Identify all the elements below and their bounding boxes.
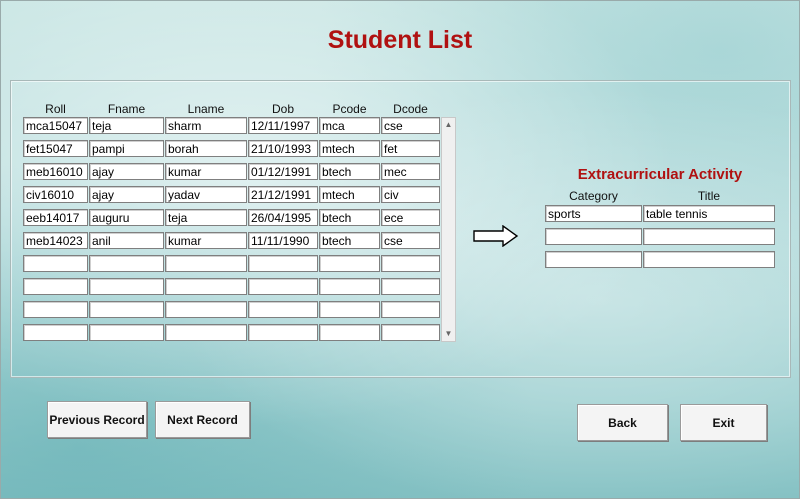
table-cell-fname[interactable] xyxy=(89,301,164,318)
table-cell-lname[interactable]: borah xyxy=(165,140,247,157)
table-cell-fname[interactable]: auguru xyxy=(89,209,164,226)
table-cell-roll[interactable] xyxy=(23,278,88,295)
table-cell-dcode[interactable]: ece xyxy=(381,209,440,226)
table-cell-pcode[interactable]: mtech xyxy=(319,140,380,157)
table-cell-pcode[interactable]: btech xyxy=(319,163,380,180)
table-cell-pcode[interactable]: btech xyxy=(319,209,380,226)
table-cell-lname[interactable]: teja xyxy=(165,209,247,226)
table-cell-fname[interactable]: pampi xyxy=(89,140,164,157)
table-cell-roll[interactable] xyxy=(23,301,88,318)
table-cell-roll[interactable]: mca15047 xyxy=(23,117,88,134)
table-cell-dob[interactable] xyxy=(248,278,318,295)
activity-cell-category[interactable] xyxy=(545,251,642,268)
table-cell-lname[interactable]: yadav xyxy=(165,186,247,203)
extracurricular-title: Extracurricular Activity xyxy=(577,166,743,183)
column-header-dcode: Dcode xyxy=(393,102,428,116)
arrow-right-icon xyxy=(473,225,519,247)
previous-record-button[interactable]: Previous Record xyxy=(47,401,147,438)
table-cell-dcode[interactable]: civ xyxy=(381,186,440,203)
table-cell-pcode[interactable] xyxy=(319,278,380,295)
table-cell-fname[interactable] xyxy=(89,255,164,272)
table-cell-dcode[interactable]: cse xyxy=(381,117,440,134)
table-cell-fname[interactable]: ajay xyxy=(89,186,164,203)
table-cell-lname[interactable]: kumar xyxy=(165,163,247,180)
table-cell-dob[interactable]: 11/11/1990 xyxy=(248,232,318,249)
table-cell-dob[interactable]: 01/12/1991 xyxy=(248,163,318,180)
table-cell-dob[interactable] xyxy=(248,255,318,272)
next-record-button[interactable]: Next Record xyxy=(155,401,250,438)
column-header-fname: Fname xyxy=(107,102,146,116)
table-cell-roll[interactable]: eeb14017 xyxy=(23,209,88,226)
scroll-down-icon[interactable]: ▼ xyxy=(442,327,455,341)
table-cell-dcode[interactable] xyxy=(381,255,440,272)
table-cell-dob[interactable]: 26/04/1995 xyxy=(248,209,318,226)
table-cell-lname[interactable]: kumar xyxy=(165,232,247,249)
table-cell-dcode[interactable] xyxy=(381,301,440,318)
column-header-pcode: Pcode xyxy=(332,102,367,116)
table-cell-lname[interactable] xyxy=(165,278,247,295)
table-cell-roll[interactable]: meb14023 xyxy=(23,232,88,249)
table-cell-roll[interactable]: meb16010 xyxy=(23,163,88,180)
table-cell-dob[interactable] xyxy=(248,324,318,341)
scroll-up-icon[interactable]: ▲ xyxy=(442,118,455,132)
activity-cell-title[interactable]: table tennis xyxy=(643,205,775,222)
table-cell-fname[interactable]: ajay xyxy=(89,163,164,180)
table-cell-fname[interactable] xyxy=(89,324,164,341)
table-cell-pcode[interactable]: mtech xyxy=(319,186,380,203)
table-cell-pcode[interactable]: btech xyxy=(319,232,380,249)
column-header-dob: Dob xyxy=(271,102,294,116)
page-title: Student List xyxy=(327,26,473,54)
table-cell-dcode[interactable]: mec xyxy=(381,163,440,180)
table-cell-fname[interactable]: anil xyxy=(89,232,164,249)
exit-button[interactable]: Exit xyxy=(680,404,767,441)
activity-cell-title[interactable] xyxy=(643,228,775,245)
table-cell-roll[interactable]: civ16010 xyxy=(23,186,88,203)
activity-cell-category[interactable]: sports xyxy=(545,205,642,222)
table-cell-dcode[interactable]: fet xyxy=(381,140,440,157)
table-cell-lname[interactable] xyxy=(165,255,247,272)
table-cell-pcode[interactable]: mca xyxy=(319,117,380,134)
activity-cell-title[interactable] xyxy=(643,251,775,268)
table-cell-dcode[interactable]: cse xyxy=(381,232,440,249)
table-cell-dob[interactable]: 21/12/1991 xyxy=(248,186,318,203)
table-cell-dob[interactable]: 21/10/1993 xyxy=(248,140,318,157)
table-cell-lname[interactable]: sharm xyxy=(165,117,247,134)
column-header-lname: Lname xyxy=(187,102,225,116)
table-cell-pcode[interactable] xyxy=(319,324,380,341)
table-cell-dcode[interactable] xyxy=(381,324,440,341)
table-cell-roll[interactable]: fet15047 xyxy=(23,140,88,157)
table-scrollbar[interactable]: ▲ ▼ xyxy=(441,117,456,342)
table-cell-pcode[interactable] xyxy=(319,255,380,272)
table-cell-dob[interactable]: 12/11/1997 xyxy=(248,117,318,134)
activity-cell-category[interactable] xyxy=(545,228,642,245)
back-button[interactable]: Back xyxy=(577,404,668,441)
column-header-roll: Roll xyxy=(45,102,66,116)
table-cell-fname[interactable]: teja xyxy=(89,117,164,134)
table-cell-dcode[interactable] xyxy=(381,278,440,295)
activity-header-category: Category xyxy=(569,189,618,203)
table-cell-dob[interactable] xyxy=(248,301,318,318)
table-cell-lname[interactable] xyxy=(165,324,247,341)
table-cell-roll[interactable] xyxy=(23,255,88,272)
table-cell-pcode[interactable] xyxy=(319,301,380,318)
activity-header-title: Title xyxy=(697,189,721,203)
table-cell-fname[interactable] xyxy=(89,278,164,295)
table-cell-lname[interactable] xyxy=(165,301,247,318)
table-cell-roll[interactable] xyxy=(23,324,88,341)
